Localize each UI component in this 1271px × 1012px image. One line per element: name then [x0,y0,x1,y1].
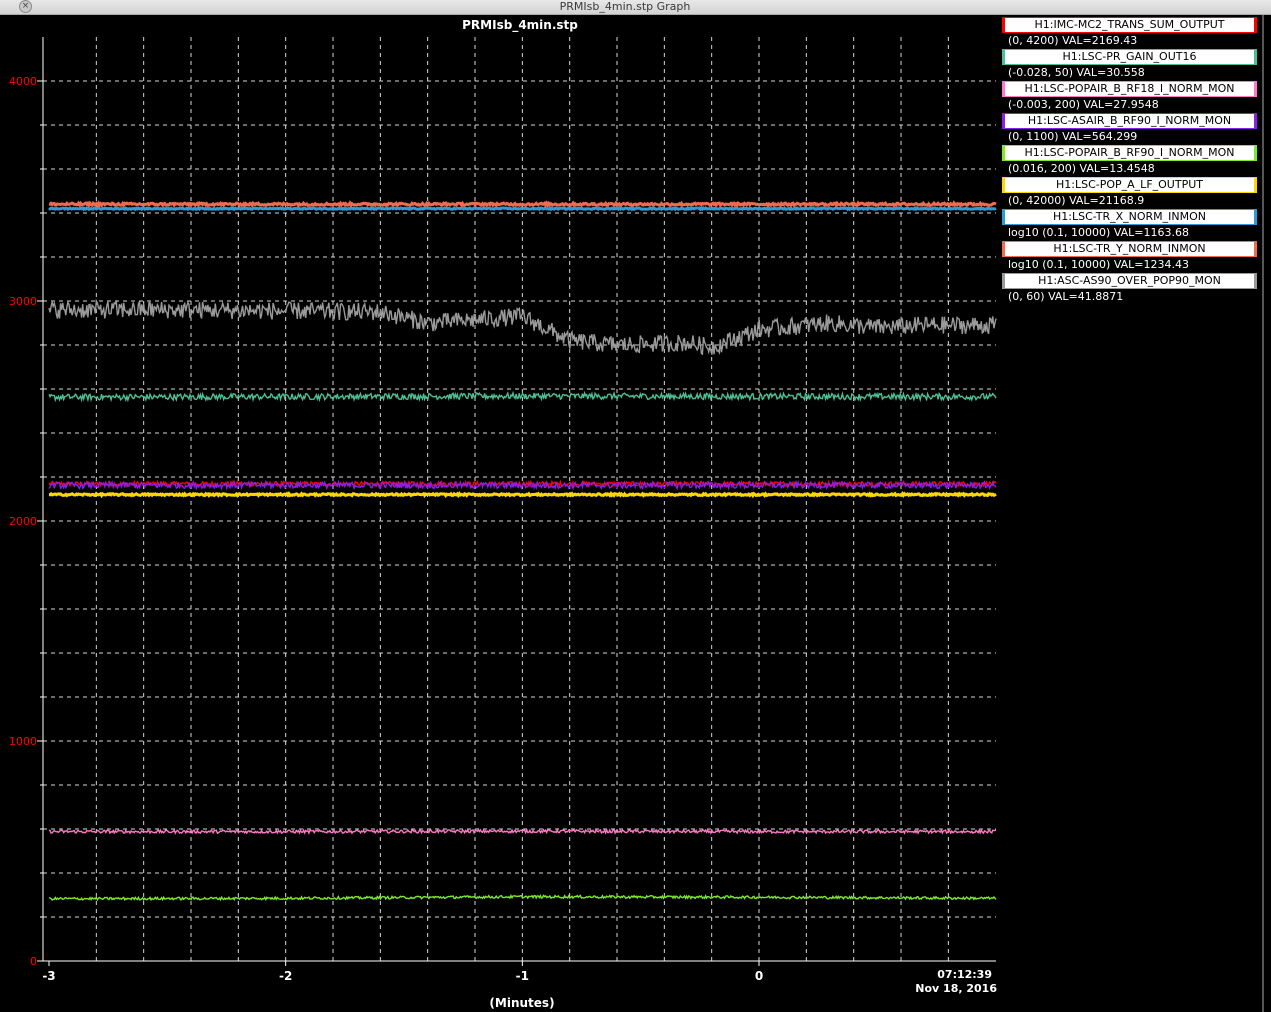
legend-channel-name: H1:LSC-TR_X_NORM_INMON [1002,209,1257,225]
x-tick-label: 0 [755,969,763,983]
y-tick-label: 1000 [9,735,37,748]
date-stamp: Nov 18, 2016 [915,982,997,995]
legend-entry[interactable]: H1:LSC-TR_X_NORM_INMON log10 (0.1, 10000)… [1002,209,1257,241]
legend-channel-range: (0, 1100) VAL=564.299 [1008,130,1138,143]
legend-entry[interactable]: H1:ASC-AS90_OVER_POP90_MON (0, 60) VAL=41… [1002,273,1257,305]
plot-title: PRMIsb_4min.stp [462,18,578,32]
legend-channel-name: H1:LSC-POPAIR_B_RF18_I_NORM_MON [1002,81,1257,97]
legend-entry[interactable]: H1:LSC-POPAIR_B_RF90_I_NORM_MON (0.016, 2… [1002,145,1257,177]
legend-channel-name: H1:IMC-MC2_TRANS_SUM_OUTPUT [1002,17,1257,33]
legend-channel-range: (0, 4200) VAL=2169.43 [1008,34,1138,47]
legend-channel-range: (-0.003, 200) VAL=27.9548 [1008,98,1159,111]
y-tick-label: 3000 [9,295,37,308]
plot-axes: 0 1000 2000 3000 4000 -3 -2 -1 0 [9,37,996,983]
legend-channel-name: H1:LSC-TR_Y_NORM_INMON [1002,241,1257,257]
legend: H1:IMC-MC2_TRANS_SUM_OUTPUT (0, 4200) VAL… [1002,17,1257,305]
legend-channel-range: log10 (0.1, 10000) VAL=1234.43 [1008,258,1190,271]
legend-channel-range: (-0.028, 50) VAL=30.558 [1008,66,1145,79]
legend-channel-range: (0.016, 200) VAL=13.4548 [1008,162,1155,175]
legend-entry[interactable]: H1:LSC-POP_A_LF_OUTPUT (0, 42000) VAL=211… [1002,177,1257,209]
series-line [48,200,997,209]
legend-channel-range: log10 (0.1, 10000) VAL=1163.68 [1008,226,1190,239]
time-stamp: 07:12:39 [937,968,992,981]
legend-channel-name: H1:LSC-PR_GAIN_OUT16 [1002,49,1257,65]
legend-channel-range: (0, 60) VAL=41.8871 [1008,290,1124,303]
legend-entry[interactable]: H1:LSC-TR_Y_NORM_INMON log10 (0.1, 10000)… [1002,241,1257,273]
series-line [49,490,997,499]
legend-channel-name: H1:LSC-ASAIR_B_RF90_I_NORM_MON [1002,113,1257,129]
legend-channel-name: H1:LSC-POPAIR_B_RF90_I_NORM_MON [1002,145,1257,161]
legend-channel-name: H1:ASC-AS90_OVER_POP90_MON [1002,273,1257,289]
plot-grid [43,37,996,961]
y-tick-label: 0 [30,955,37,968]
y-tick-label: 4000 [9,75,37,88]
x-axis-label: (Minutes) [489,996,555,1010]
series-line [48,205,997,212]
legend-entry[interactable]: H1:LSC-POPAIR_B_RF18_I_NORM_MON (-0.003, … [1002,81,1257,113]
plot-area: 0 1000 2000 3000 4000 -3 -2 -1 0 [9,37,997,983]
legend-channel-range: (0, 42000) VAL=21168.9 [1008,194,1145,207]
legend-channel-name: H1:LSC-POP_A_LF_OUTPUT [1002,177,1257,193]
x-tick-label: -3 [42,969,55,983]
window-edge [1262,15,1264,1012]
y-tick-label: 2000 [9,515,37,528]
legend-entry[interactable]: H1:IMC-MC2_TRANS_SUM_OUTPUT (0, 4200) VAL… [1002,17,1257,49]
legend-entry[interactable]: H1:LSC-ASAIR_B_RF90_I_NORM_MON (0, 1100) … [1002,113,1257,145]
legend-entry[interactable]: H1:LSC-PR_GAIN_OUT16 (-0.028, 50) VAL=30.… [1002,49,1257,81]
x-tick-label: -2 [279,969,292,983]
x-tick-label: -1 [516,969,529,983]
